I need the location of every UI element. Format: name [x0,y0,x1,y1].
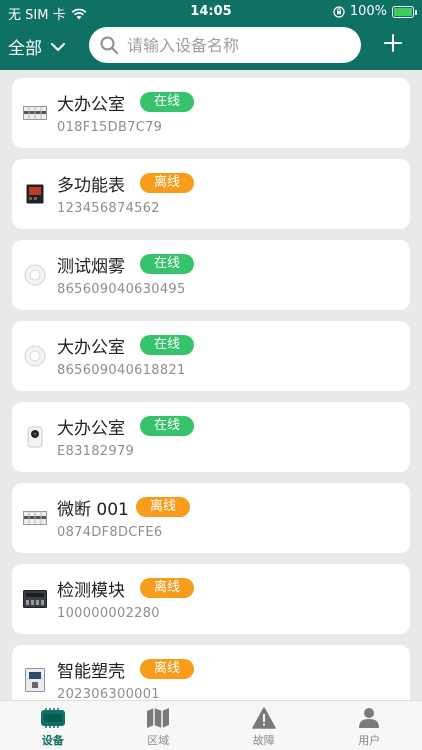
device-card[interactable]: 检测模块 离线 100000002280 [12,564,410,634]
status-badge: 离线 [140,659,195,679]
status-badge: 在线 [140,92,195,112]
tab-areas[interactable]: 区域 [106,701,212,750]
tab-bar: 设备 区域 故障 用户 [0,700,422,750]
add-device-button[interactable] [382,32,404,54]
device-card[interactable]: 大办公室 在线 E83182979 [12,402,410,472]
device-name: 多功能表 [57,176,125,196]
tab-label: 用户 [358,734,381,747]
tab-faults[interactable]: 故障 [211,701,317,750]
filter-label: 全部 [8,39,42,59]
breaker-icon [22,100,48,126]
device-name: 大办公室 [57,419,125,439]
meter-icon [22,181,48,207]
tab-label: 区域 [147,734,170,747]
status-badge: 在线 [140,416,195,436]
device-name: 测试烟雾 [57,257,125,277]
device-serial: 0874DF8DCFE6 [57,525,163,540]
warning-icon [252,707,276,729]
device-serial: 100000002280 [57,606,160,621]
device-name: 大办公室 [57,95,125,115]
device-serial: 865609040618821 [57,363,186,378]
status-badge: 在线 [140,335,195,355]
device-list: 大办公室 在线 018F15DB7C79 多功能表 离线 12345687456… [0,70,422,700]
smoke-detector-icon [22,262,48,288]
device-icon [40,708,65,728]
search-box[interactable] [89,27,361,63]
status-badge: 离线 [136,497,191,517]
molded-case-icon [22,667,48,693]
battery-percent: 100% [349,4,387,19]
status-badge: 离线 [140,173,195,193]
map-icon [147,708,170,728]
filter-dropdown[interactable]: 全部 [8,34,66,59]
top-bar: 全部 [0,24,422,70]
tab-label: 设备 [41,734,64,747]
device-card[interactable]: 多功能表 离线 123456874562 [12,159,410,229]
device-serial: 123456874562 [57,201,160,216]
device-name: 智能塑壳 [57,662,125,682]
tab-devices[interactable]: 设备 [0,701,106,750]
status-bar: 无 SIM 卡 14:05 100% [0,0,422,24]
device-card[interactable]: 智能塑壳 离线 202306300001 [12,645,410,700]
user-icon [359,708,380,728]
tab-label: 故障 [252,734,275,747]
device-name: 检测模块 [57,581,125,601]
device-card[interactable]: 大办公室 在线 865609040618821 [12,321,410,391]
device-card[interactable]: 大办公室 在线 018F15DB7C79 [12,78,410,148]
tab-users[interactable]: 用户 [317,701,422,750]
status-badge: 在线 [140,254,195,274]
device-card[interactable]: 微断 001 离线 0874DF8DCFE6 [12,483,410,553]
search-icon [100,36,118,54]
device-serial: 202306300001 [57,687,160,700]
module-icon [22,586,48,612]
breaker-icon [22,505,48,531]
device-name: 微断 001 [57,500,129,520]
orientation-lock-icon [333,5,345,18]
device-serial: 018F15DB7C79 [57,120,163,135]
camera-icon [22,424,48,450]
device-serial: 865609040630495 [57,282,186,297]
status-badge: 离线 [140,578,195,598]
battery-icon [392,5,417,18]
device-card[interactable]: 测试烟雾 在线 865609040630495 [12,240,410,310]
chevron-down-icon [51,42,65,51]
device-name: 大办公室 [57,338,125,358]
search-input[interactable] [127,35,347,55]
smoke-detector-icon [22,343,48,369]
device-serial: E83182979 [57,444,135,459]
